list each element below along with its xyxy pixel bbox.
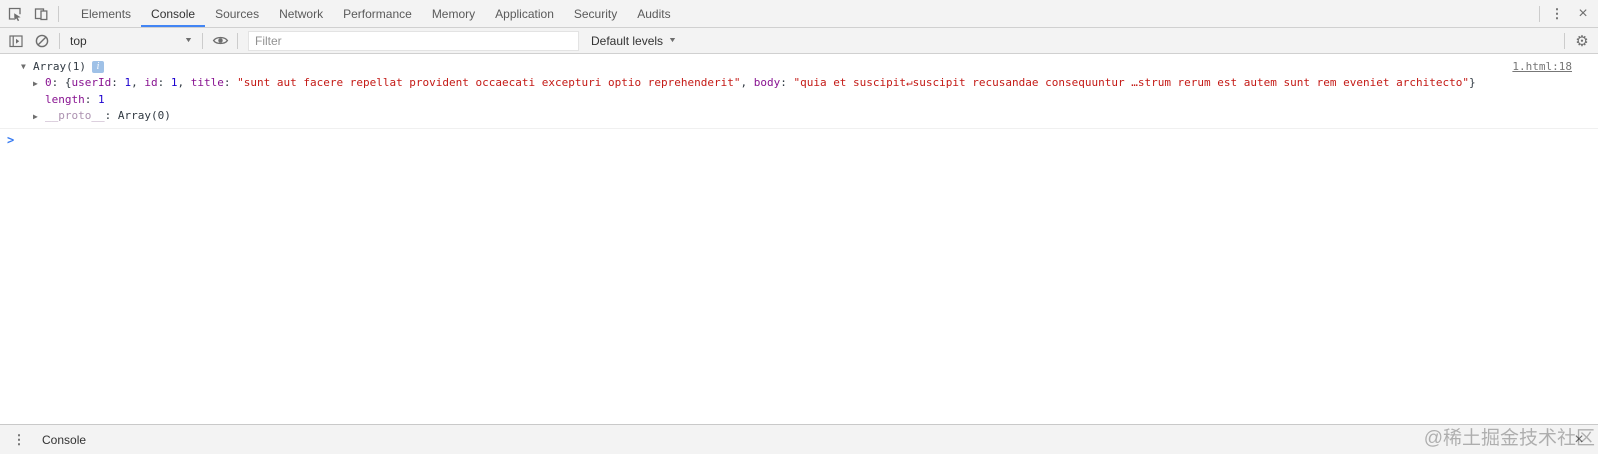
console-length-row: length: 1 bbox=[45, 93, 105, 106]
tab-performance[interactable]: Performance bbox=[333, 0, 422, 27]
tab-audits[interactable]: Audits bbox=[627, 0, 680, 27]
console-messages[interactable]: ▼ Array(1) i 1.html:18 ▶ 0: {userId: 1, id:… bbox=[0, 55, 1598, 424]
object-value-string: "sunt aut facere repellat provident occa… bbox=[237, 76, 741, 89]
device-toolbar-icon[interactable] bbox=[28, 1, 54, 27]
collapse-arrow-icon[interactable]: ▶ bbox=[33, 76, 45, 92]
object-value-string: "quia et suscipit↵suscipit recusandae co… bbox=[793, 76, 1469, 89]
tab-label: Console bbox=[151, 6, 196, 21]
log-levels-label: Default levels bbox=[591, 33, 664, 48]
console-proto-row: ▶ __proto__: Array(0) bbox=[0, 108, 1598, 125]
length-key: length bbox=[45, 93, 85, 106]
collapse-arrow-icon[interactable]: ▶ bbox=[33, 109, 45, 125]
object-value-number: 1 bbox=[170, 76, 178, 89]
divider bbox=[1564, 32, 1565, 49]
tab-memory[interactable]: Memory bbox=[422, 0, 485, 27]
array-label: Array(1) bbox=[33, 60, 86, 73]
drawer-close-icon[interactable]: × bbox=[1566, 427, 1592, 453]
object-key: userId bbox=[71, 76, 112, 89]
chevron-down-icon: ▼ bbox=[668, 37, 678, 44]
log-levels-selector[interactable]: Default levels ▼ bbox=[585, 34, 682, 48]
source-link[interactable]: 1.html:18 bbox=[1512, 59, 1572, 75]
tab-label: Sources bbox=[215, 6, 260, 21]
inspect-element-icon[interactable] bbox=[2, 1, 28, 27]
tab-label: Memory bbox=[431, 6, 476, 21]
console-sidebar-icon[interactable] bbox=[3, 28, 29, 54]
divider bbox=[202, 32, 203, 49]
object-key: title bbox=[190, 76, 224, 89]
panel-tabs: Elements Console Sources Network Perform… bbox=[71, 0, 681, 27]
devtools-main-toolbar: Elements Console Sources Network Perform… bbox=[0, 0, 1598, 28]
divider bbox=[1539, 5, 1540, 22]
proto-key: __proto__ bbox=[45, 109, 105, 122]
console-object-preview-row: ▶ 0: {userId: 1, id: 1, title: "sunt aut … bbox=[0, 75, 1598, 92]
tab-network[interactable]: Network bbox=[269, 0, 333, 27]
clear-console-icon[interactable] bbox=[29, 28, 55, 54]
drawer-kebab-menu-icon[interactable]: ⋮ bbox=[6, 427, 32, 453]
object-key: body bbox=[753, 76, 781, 89]
drawer-tab-label: Console bbox=[42, 432, 87, 447]
console-prompt[interactable]: > bbox=[0, 129, 1598, 147]
drawer-tab-console[interactable]: Console bbox=[32, 433, 96, 447]
tab-sources[interactable]: Sources bbox=[205, 0, 269, 27]
object-key: id bbox=[144, 76, 158, 89]
tab-label: Application bbox=[495, 6, 554, 21]
drawer-toolbar: ⋮ Console × bbox=[0, 424, 1598, 454]
tab-application[interactable]: Application bbox=[485, 0, 564, 27]
tab-label: Security bbox=[573, 6, 618, 21]
length-value: 1 bbox=[98, 93, 105, 106]
tab-label: Network bbox=[279, 6, 324, 21]
execution-context-selector[interactable]: top ▼ bbox=[64, 31, 198, 51]
array-index: 0 bbox=[45, 76, 52, 89]
tab-security[interactable]: Security bbox=[564, 0, 627, 27]
tab-label: Audits bbox=[637, 6, 671, 21]
eye-icon[interactable] bbox=[207, 28, 233, 54]
context-selector-value: top bbox=[70, 33, 87, 48]
tab-label: Elements bbox=[81, 6, 132, 21]
divider bbox=[59, 32, 60, 49]
console-toolbar: top ▼ Default levels ▼ ⚙ bbox=[0, 28, 1598, 54]
console-settings-gear-icon[interactable]: ⚙ bbox=[1569, 28, 1595, 54]
chevron-down-icon: ▼ bbox=[184, 37, 194, 44]
divider bbox=[58, 5, 59, 22]
proto-value: Array(0) bbox=[117, 109, 171, 122]
kebab-menu-icon[interactable]: ⋮ bbox=[1544, 1, 1570, 27]
tab-label: Performance bbox=[343, 6, 412, 21]
expand-arrow-icon[interactable]: ▼ bbox=[21, 59, 33, 75]
info-icon: i bbox=[91, 61, 104, 73]
divider bbox=[237, 32, 238, 49]
console-array-row: ▼ Array(1) i 1.html:18 bbox=[0, 59, 1598, 75]
console-message: ▼ Array(1) i 1.html:18 ▶ 0: {userId: 1, id:… bbox=[0, 55, 1598, 129]
filter-input[interactable] bbox=[248, 30, 579, 51]
console-prompt-icon: > bbox=[7, 133, 15, 147]
tab-console[interactable]: Console bbox=[141, 0, 206, 27]
tab-elements[interactable]: Elements bbox=[71, 0, 141, 27]
close-devtools-icon[interactable]: × bbox=[1570, 1, 1596, 27]
